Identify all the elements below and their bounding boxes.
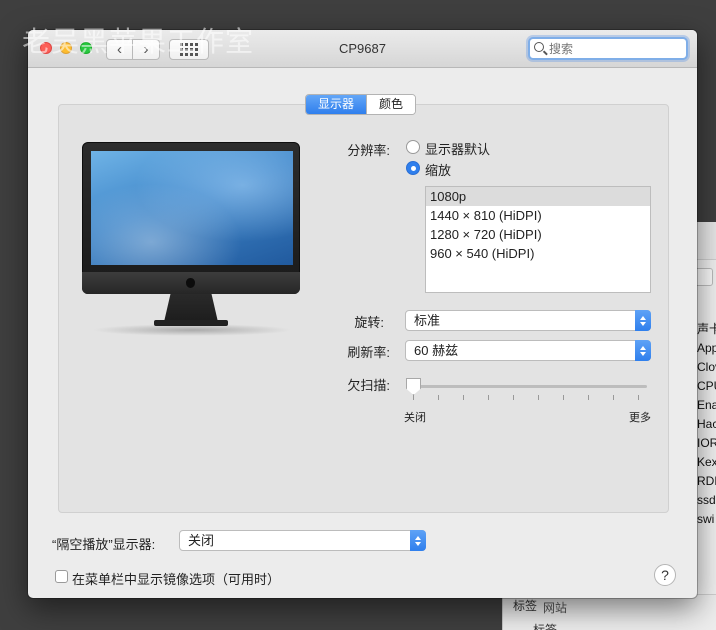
show-mirroring-label[interactable]: 在菜单栏中显示镜像选项（可用时） [72,569,280,588]
display-preferences-window: ‹ › CP9687 显示器 颜色 分辨率: 显示器默认 [28,30,697,598]
tab-color[interactable]: 颜色 [366,95,416,114]
background-window-tag: 标签 [513,599,538,613]
tab-bar: 显示器 颜色 [305,94,417,115]
rotation-select[interactable]: 标准 [405,310,651,331]
resolution-option[interactable]: 960 × 540 (HiDPI) [426,244,650,263]
search-input[interactable] [549,40,679,57]
underscan-slider-track[interactable] [406,385,647,388]
monitor-screen [91,151,293,265]
refresh-rate-value: 60 赫兹 [414,343,459,358]
radio-default-for-display[interactable] [406,140,420,154]
popup-arrows-icon [635,310,651,331]
background-list-item: swi [697,512,715,526]
background-list-item: RDM [697,474,716,488]
show-mirroring-checkbox[interactable] [55,570,68,583]
rotation-value: 标准 [414,313,441,328]
background-list-item: IOR [697,436,716,450]
background-list-item: ssd [697,493,716,507]
resolution-option[interactable]: 1440 × 810 (HiDPI) [426,206,650,225]
monitor-shadow [92,324,292,336]
apple-logo-icon [186,278,195,288]
refresh-rate-select[interactable]: 60 赫兹 [405,340,651,361]
resolution-list[interactable]: 1080p 1440 × 810 (HiDPI) 1280 × 720 (HiD… [425,186,651,293]
airplay-display-label: “隔空播放”显示器: [52,537,156,552]
background-list-item: Kex [697,455,716,469]
background-list-item: 声卡 [697,322,716,336]
popup-arrows-icon [635,340,651,361]
airplay-display-value: 关闭 [188,533,215,548]
background-list-item: App [697,341,716,355]
resolution-option[interactable]: 1080p [426,187,650,206]
refresh-rate-label: 刷新率: [347,345,390,360]
popup-arrows-icon [410,530,426,551]
monitor-image [82,142,302,336]
background-window-site: 网站 [543,601,568,615]
resolution-option[interactable]: 1280 × 720 (HiDPI) [426,225,650,244]
watermark-text: 老吴黑苹果工作室 [22,25,255,58]
tab-display[interactable]: 显示器 [306,95,367,114]
radio-scaled[interactable] [406,161,420,175]
background-list-item: Hac [697,417,716,431]
rotation-label: 旋转: [354,315,384,330]
background-window-list: 声卡 App Clov CPU Ena Hac IOR Kex RDM ssd swi [697,320,716,529]
underscan-min-label: 关闭 [404,412,426,424]
search-icon [534,42,544,52]
background-list-item: Ena [697,398,716,412]
background-window-footer: 标签 网站 标签 [503,594,716,630]
underscan-max-label: 更多 [629,412,651,424]
background-list-item: CPU [697,379,716,393]
search-field[interactable] [528,37,688,60]
underscan-label: 欠扫描: [347,378,390,393]
monitor-stand [164,294,218,322]
airplay-display-select[interactable]: 关闭 [179,530,426,551]
radio-scaled-label[interactable]: 缩放 [425,160,451,179]
radio-default-for-display-label[interactable]: 显示器默认 [425,139,490,158]
help-button[interactable]: ? [654,564,676,586]
background-window-tag-2: 标签 [533,623,558,630]
background-list-item: Clov [697,360,716,374]
resolution-label: 分辨率: [347,143,390,158]
underscan-ticks [413,395,639,401]
